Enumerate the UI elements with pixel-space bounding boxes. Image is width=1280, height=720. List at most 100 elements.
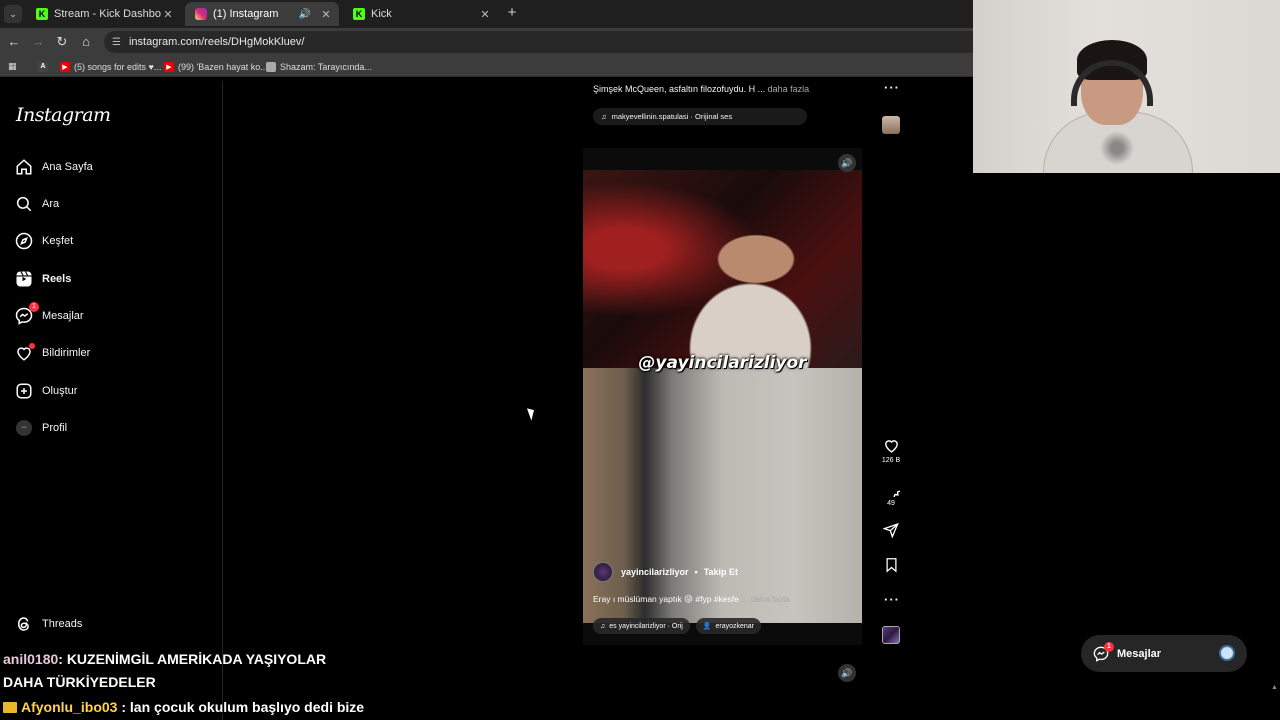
bookmarks-bar: ▦ A ▶ (5) songs for edits ♥... ▶ (99) 'B… (0, 56, 973, 77)
instagram-icon (195, 8, 207, 20)
previous-audio-thumbnail[interactable] (882, 116, 900, 134)
sidebar-item-explore[interactable]: Keşfet (15, 229, 73, 253)
messages-badge: 1 (29, 302, 39, 312)
avatar[interactable] (593, 562, 613, 582)
heart-icon (884, 440, 898, 453)
like-count: 126 B (881, 457, 901, 464)
sidebar-item-search[interactable]: Ara (15, 192, 59, 216)
mute-button[interactable]: 🔊 (838, 154, 856, 172)
back-icon[interactable]: ← (6, 34, 22, 50)
reel-video[interactable]: @yayincilarizliyor yayincilarizliyor • T… (583, 148, 862, 645)
bookmark-shazam[interactable]: Shazam: Tarayıcında... (266, 59, 372, 74)
send-icon (883, 522, 899, 538)
reels-icon (15, 270, 33, 288)
sidebar-item-profile[interactable]: ••• Profil (15, 416, 67, 440)
reel-username[interactable]: yayincilarizliyor (621, 567, 689, 577)
url-text: instagram.com/reels/DHgMokKluev/ (128, 36, 305, 48)
instagram-logo[interactable]: Instagram (16, 104, 111, 126)
shazam-icon (266, 61, 276, 72)
audio-pill[interactable]: ♫ es yayincilarizliyor · Orij (593, 618, 690, 634)
tab-search-button[interactable]: ⌄ (4, 5, 22, 23)
browser-toolbar: ← → ↻ ⌂ ☰ instagram.com/reels/DHgMokKlue… (0, 28, 973, 56)
reel-caption: Eray ı müslüman yaptık 😜 #fyp #kesfe ...… (593, 594, 790, 604)
sidebar-item-create[interactable]: Oluştur (15, 379, 77, 403)
apps-grid-icon[interactable]: ▦ (8, 59, 17, 74)
forward-icon[interactable]: → (30, 34, 46, 50)
compass-icon (15, 232, 33, 250)
letter-a-icon: A (38, 61, 48, 72)
reload-icon[interactable]: ↻ (54, 34, 70, 50)
reel-overlay-text: @yayincilarizliyor (638, 353, 807, 373)
new-tab-button[interactable]: + (504, 4, 520, 22)
tagged-user-pill[interactable]: 👤 erayozkenar (695, 618, 762, 634)
speaker-icon[interactable]: 🔊 (299, 9, 311, 20)
home-icon (15, 158, 33, 176)
more-options-icon[interactable]: ··· (884, 80, 900, 95)
save-button[interactable] (881, 557, 901, 573)
reel-video-bottom-frame (583, 368, 862, 623)
chat-message: Afyonlu_ibo03 : lan çocuk okulum başlıyo… (3, 699, 364, 715)
follow-button[interactable]: Takip Et (704, 567, 738, 577)
site-info-icon[interactable]: ☰ (112, 37, 121, 48)
bookmark-songs[interactable]: ▶ (5) songs for edits ♥... (60, 59, 161, 74)
reel-video-top-frame (583, 170, 862, 368)
music-note-icon: ♫ (600, 622, 606, 630)
chevron-down-icon: ⌄ (9, 8, 17, 19)
person-icon: 👤 (702, 623, 712, 630)
youtube-icon: ▶ (164, 61, 174, 72)
sidebar-item-messages[interactable]: 1 Mesajlar (15, 302, 84, 328)
browser-tab-bar: ⌄ K Stream - Kick Dashboard ✕ (1) Instag… (0, 0, 973, 28)
comment-count: 49 (887, 500, 895, 507)
messenger-icon: 1 (15, 302, 39, 325)
scroll-indicator-icon[interactable]: ▲ (1271, 684, 1278, 691)
comment-button[interactable]: 49 (881, 480, 901, 507)
more-link[interactable]: ... daha fazla (741, 594, 790, 604)
close-tab-icon[interactable]: ✕ (161, 8, 175, 21)
subscriber-badge-icon (3, 702, 17, 713)
previous-reel-caption: Şimşek McQueen, asfaltın filozofuydu. H … (593, 84, 810, 94)
chat-message: anil0180: KUZENİMGİL AMERİKADA YAŞIYOLAR (3, 651, 327, 667)
reel-pills: ♫ es yayincilarizliyor · Orij 👤 erayozke… (593, 618, 762, 634)
kick-icon: K (36, 8, 48, 20)
comment-icon (893, 490, 900, 497)
mouse-cursor-icon (526, 406, 538, 421)
sidebar-item-threads[interactable]: Threads (15, 615, 82, 633)
threads-icon (17, 617, 29, 631)
messages-floating-button[interactable]: 1 Mesajlar (1081, 635, 1247, 672)
tab-instagram[interactable]: (1) Instagram 🔊 ✕ (185, 2, 339, 26)
kick-icon: K (353, 8, 365, 20)
previous-audio-pill[interactable]: ♫ makyevellinin.spatulasi · Orijinal ses (593, 108, 807, 125)
address-bar[interactable]: ☰ instagram.com/reels/DHgMokKluev/ (104, 31, 973, 53)
sidebar-item-notifications[interactable]: Bildirimler (15, 341, 90, 365)
sidebar-item-reels[interactable]: Reels (15, 267, 71, 291)
bookmark-a[interactable]: A (38, 59, 52, 74)
music-note-icon: ♫ (601, 112, 607, 121)
chat-username: anil0180 (3, 651, 59, 667)
bookmark-bazen[interactable]: ▶ (99) 'Bazen hayat ko... (164, 59, 268, 74)
chat-message-continued: DAHA TÜRKİYEDELER (3, 674, 156, 690)
like-button[interactable]: 126 B (881, 437, 901, 464)
next-reel-mute-button[interactable]: 🔊 (838, 664, 856, 682)
messages-badge: 1 (1104, 641, 1114, 652)
reel-more-options-icon[interactable]: ··· (884, 592, 900, 607)
home-browser-icon[interactable]: ⌂ (78, 34, 94, 50)
search-icon (15, 195, 33, 213)
avatar: ••• (16, 420, 32, 436)
chat-username: Afyonlu_ibo03 (21, 699, 118, 715)
messenger-icon: 1 (1093, 641, 1114, 662)
avatar (1219, 645, 1235, 661)
audio-thumbnail[interactable] (882, 626, 900, 644)
sidebar-item-home[interactable]: Ana Sayfa (15, 155, 93, 179)
close-tab-icon[interactable]: ✕ (319, 8, 333, 21)
webcam-overlay (973, 0, 1280, 173)
youtube-icon: ▶ (60, 61, 70, 72)
speaker-icon: 🔊 (841, 667, 853, 678)
share-button[interactable] (881, 522, 901, 538)
heart-icon (15, 343, 35, 362)
tab-kick[interactable]: K Kick ✕ (343, 2, 498, 26)
speaker-icon: 🔊 (841, 157, 853, 168)
tab-kick-dashboard[interactable]: K Stream - Kick Dashboard ✕ (26, 2, 181, 26)
close-tab-icon[interactable]: ✕ (478, 8, 492, 21)
more-link[interactable]: daha fazla (768, 84, 810, 94)
notification-dot (29, 343, 35, 349)
